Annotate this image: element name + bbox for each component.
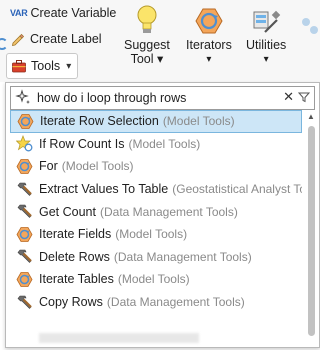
suggest-line1: Suggest [124, 38, 170, 52]
result-item[interactable]: Delete Rows (Data Management Tools) [10, 246, 302, 269]
utilities-icon [253, 10, 281, 33]
create-label-text: Create Label [30, 32, 102, 46]
scroll-up-icon[interactable]: ▲ [307, 112, 315, 121]
result-toolbox-name: (Model Tools) [117, 272, 190, 287]
partial-ribbon-icon [302, 18, 318, 34]
result-item[interactable]: Iterate Tables (Model Tools) [10, 268, 302, 291]
result-tool-name: Iterate Tables [39, 272, 114, 287]
results-list: Iterate Row Selection (Model Tools) If Row… [10, 110, 302, 313]
utilities-button[interactable]: Utilities ▾ [246, 2, 286, 67]
result-toolbox-name: (Model Tools) [128, 136, 201, 151]
result-item[interactable]: Get Count (Data Management Tools) [10, 200, 302, 223]
hammer-icon [16, 181, 33, 198]
hammer-icon [16, 294, 33, 311]
iterators-button[interactable]: Iterators ▾ [186, 2, 232, 67]
toolbox-icon [12, 60, 26, 73]
search-input[interactable] [33, 91, 277, 105]
create-label-button[interactable]: Create Label [10, 31, 102, 47]
result-toolbox-name: (Data Management Tools) [99, 204, 238, 219]
result-toolbox-name: (Model Tools) [115, 227, 188, 242]
chevron-down-icon: ▾ [66, 60, 72, 72]
result-tool-name: Delete Rows [39, 249, 110, 264]
hammer-icon [16, 330, 33, 347]
result-tool-name: Iterate Row Selection [40, 114, 159, 129]
result-tool-name: Iterate Fields [39, 227, 112, 242]
utilities-label: Utilities [246, 38, 287, 52]
result-tool-name: Extract Values To Table [39, 182, 169, 197]
result-tool-name: Get Count [39, 204, 96, 219]
result-item[interactable]: If Row Count Is (Model Tools) [10, 133, 302, 156]
tools-label: Tools [31, 59, 61, 73]
result-item[interactable]: For (Model Tools) [10, 155, 302, 178]
iterators-label: Iterators [186, 38, 232, 52]
result-item[interactable]: Iterate Fields (Model Tools) [10, 223, 302, 246]
var-icon: VAR [10, 8, 28, 18]
result-tool-name: For [39, 159, 58, 174]
hammer-icon [16, 203, 33, 220]
result-item[interactable]: Iterate Row Selection (Model Tools) [10, 110, 302, 133]
result-tool-name: If Row Count Is [39, 136, 125, 151]
chevron-down-icon: ▾ [206, 54, 212, 65]
clear-icon[interactable]: ✕ [283, 89, 294, 105]
tool-search-box: ✕ [10, 86, 315, 110]
iterator-icon [16, 158, 33, 175]
hammer-icon [16, 248, 33, 265]
results-scrollbar[interactable]: ▲ [307, 112, 316, 344]
truncated-list-item [10, 327, 260, 350]
create-variable-button[interactable]: VAR Create Variable [10, 6, 116, 20]
suggest-tool-button[interactable]: Suggest Tool ▾ [124, 2, 170, 66]
tool-search-popup: ✕ Iterate Row Selection(Model Tools)If R… [5, 82, 320, 348]
iterator-icon [195, 8, 223, 34]
ribbon: VAR Create Variable Create Label Tools ▾… [0, 0, 320, 82]
sparkle-search-icon [15, 89, 30, 104]
iterator-icon [16, 271, 33, 288]
result-item[interactable]: Extract Values To Table (Geostatistical A… [10, 178, 302, 201]
result-item[interactable]: Copy Rows (Data Management Tools) [10, 291, 302, 314]
result-toolbox-name: (Model Tools) [162, 114, 235, 129]
tools-dropdown[interactable]: Tools ▾ [6, 53, 79, 79]
iterator-icon [16, 226, 33, 243]
scroll-thumb[interactable] [308, 126, 315, 336]
filter-icon[interactable] [298, 91, 310, 103]
pencil-label-icon [11, 33, 25, 47]
iterator-icon [17, 113, 34, 130]
create-variable-label: Create Variable [30, 6, 117, 20]
result-toolbox-name: (Data Management Tools) [106, 295, 245, 310]
result-toolbox-name: (Geostatistical Analyst Tools) [172, 182, 302, 197]
chevron-down-icon: ▾ [263, 54, 269, 65]
logical-star-icon [15, 135, 33, 152]
lightbulb-icon [137, 5, 157, 33]
result-toolbox-name: (Model Tools) [61, 159, 134, 174]
suggest-line2: Tool ▾ [130, 52, 164, 66]
result-toolbox-name: (Data Management Tools) [113, 249, 252, 264]
result-tool-name: Copy Rows [39, 295, 103, 310]
